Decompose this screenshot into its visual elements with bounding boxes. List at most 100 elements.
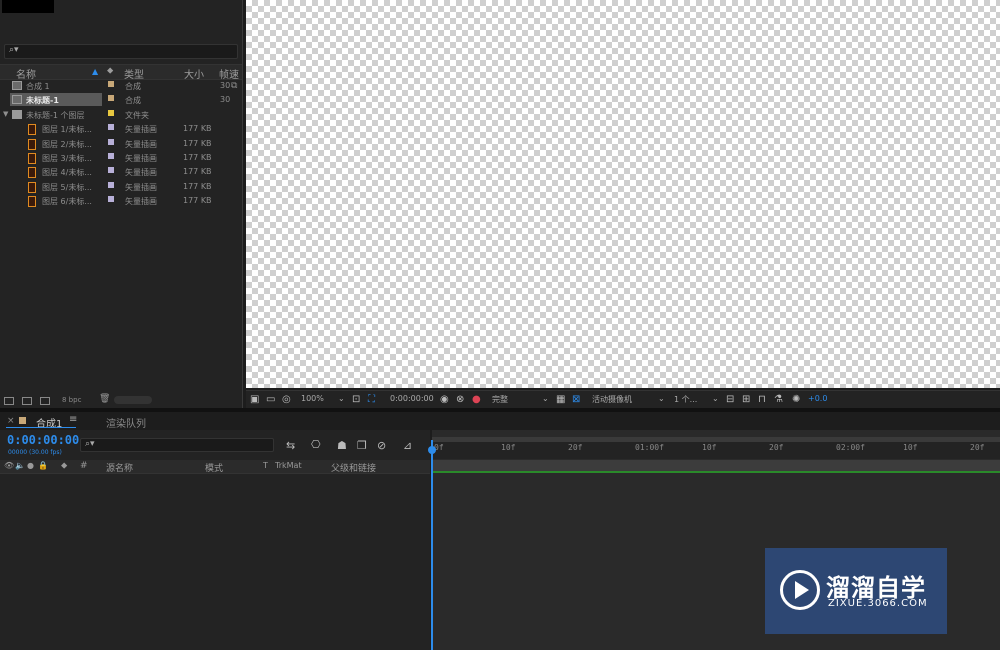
solo-icon[interactable]: ● <box>27 461 34 470</box>
column-trkmat[interactable]: TrkMat <box>275 461 302 470</box>
chevron-down-icon[interactable]: ⌄ <box>658 394 665 403</box>
new-comp-icon[interactable] <box>40 397 50 405</box>
project-search-input[interactable]: ⌕▾ <box>4 44 238 59</box>
exposure-value[interactable]: +0.0 <box>808 394 827 403</box>
search-icon: ⌕▾ <box>85 439 95 449</box>
transparency-grid-icon[interactable]: ▦ <box>556 394 565 405</box>
views-select[interactable]: 1 个... <box>674 394 697 405</box>
viewer-toolbar: ▣ ▭ ◎ 100% ⌄ ⊡ ⛶ 0:00:00:00 ◉ ⊗ ● 完整 ⌄ ▦… <box>246 390 1000 409</box>
project-scrollbar[interactable] <box>114 396 152 404</box>
watermark-subtitle: ZIXUE.3066.COM <box>828 598 928 609</box>
label-color-swatch[interactable] <box>108 109 114 116</box>
column-parent[interactable]: 父级和链接 <box>331 461 376 474</box>
illustrator-file-icon <box>28 181 36 193</box>
playhead-handle[interactable] <box>428 446 436 454</box>
timeline-link-icon[interactable]: ⊓ <box>758 394 766 405</box>
ruler-tick-label: 20f <box>769 443 784 452</box>
project-item[interactable]: 合成 1 合成 30 ⧉ <box>0 79 242 93</box>
project-item[interactable]: 图层 1/未标... 矢量插画 177 KB <box>0 122 242 136</box>
pixel-aspect-icon[interactable]: ⊞ <box>742 394 750 405</box>
project-item[interactable]: 未标题-1 合成 30 <box>0 93 242 107</box>
illustrator-file-icon <box>28 167 36 179</box>
label-color-swatch[interactable] <box>108 124 114 131</box>
panel-divider[interactable] <box>0 408 1000 412</box>
project-item-fps: 30 <box>220 95 231 105</box>
graph-editor-icon[interactable]: ⊿ <box>403 439 412 452</box>
color-channel-icon[interactable]: ● <box>472 394 481 405</box>
composition-viewer[interactable] <box>246 0 1000 388</box>
region-of-interest-icon[interactable]: ⛶ <box>368 394 375 405</box>
column-source-name[interactable]: 源名称 <box>106 461 133 474</box>
ruler-tick-label: 20f <box>568 443 583 452</box>
label-tag-icon[interactable]: ⬥ <box>61 461 67 471</box>
project-item[interactable]: ▼ 未标题-1 个图层 文件夹 <box>0 108 242 122</box>
project-item[interactable]: 图层 4/未标... 矢量插画 177 KB <box>0 165 242 179</box>
grid-icon[interactable]: ⊟ <box>726 394 734 405</box>
new-folder-icon[interactable] <box>22 397 32 405</box>
work-area-bar[interactable] <box>432 460 1000 471</box>
project-item[interactable]: 图层 3/未标... 矢量插画 177 KB <box>0 151 242 165</box>
project-item-type: 合成 <box>125 82 141 91</box>
audio-icon[interactable]: 🔈 <box>15 461 25 470</box>
toggle-mask-icon[interactable]: ⊠ <box>572 394 580 405</box>
zoom-select[interactable]: 100% <box>301 394 324 403</box>
project-item-type: 矢量插画 <box>125 197 157 207</box>
label-color-swatch[interactable] <box>108 181 114 188</box>
shy-layers-icon[interactable]: ☗ <box>337 439 347 452</box>
mask-visibility-icon[interactable]: ◎ <box>282 394 291 405</box>
project-item[interactable]: 图层 6/未标... 矢量插画 177 KB <box>0 194 242 208</box>
label-color-swatch[interactable] <box>108 138 114 145</box>
playhead-line[interactable] <box>431 440 433 650</box>
show-snapshot-icon[interactable]: ⊗ <box>456 394 464 405</box>
label-color-swatch[interactable] <box>108 167 114 174</box>
trash-icon[interactable]: 🗑 <box>99 394 110 404</box>
fit-icon[interactable]: ⊡ <box>352 394 360 405</box>
project-item-name: 未标题-1 个图层 <box>26 110 85 120</box>
search-icon: ⌕▾ <box>9 45 19 55</box>
frame-blending-icon[interactable]: ❐ <box>357 439 367 452</box>
exposure-reset-icon[interactable]: ✺ <box>792 394 800 405</box>
flowchart-icon[interactable]: ⧉ <box>231 81 237 91</box>
flowchart-icon[interactable]: ⚗ <box>774 394 783 405</box>
chevron-down-icon[interactable]: ⌄ <box>542 394 549 403</box>
timeline-current-time[interactable]: 0:00:00:00 <box>7 433 79 447</box>
interpret-footage-icon[interactable] <box>4 397 14 405</box>
project-item-size: 177 KB <box>183 196 212 206</box>
column-preserve-transparency[interactable]: T <box>263 461 268 470</box>
chevron-down-icon[interactable]: ⌄ <box>338 394 345 403</box>
time-navigator[interactable] <box>432 437 1000 442</box>
tab-menu-icon[interactable]: ≡ <box>69 414 77 425</box>
current-time-display[interactable]: 0:00:00:00 <box>390 394 434 403</box>
label-color-swatch[interactable] <box>108 196 114 203</box>
close-tab-icon[interactable]: × <box>7 416 15 426</box>
timeline-column-header: 👁 🔈 ● 🔒 ⬥ # 源名称 模式 T TrkMat 父级和链接 <box>0 460 430 474</box>
visibility-icon[interactable]: 👁 <box>4 461 14 470</box>
camera-snapshot-icon[interactable]: ◉ <box>440 394 449 405</box>
project-thumbnail <box>2 0 54 13</box>
project-item-type: 文件夹 <box>125 110 149 120</box>
project-item-type: 矢量插画 <box>125 125 157 135</box>
project-item[interactable]: 图层 5/未标... 矢量插画 177 KB <box>0 180 242 194</box>
camera-select[interactable]: 活动摄像机 <box>592 394 632 405</box>
timeline-search-input[interactable]: ⌕▾ <box>80 438 274 452</box>
label-color-swatch[interactable] <box>108 95 114 102</box>
always-preview-icon[interactable]: ▣ <box>250 394 259 405</box>
bit-depth-button[interactable]: 8 bpc <box>62 396 81 404</box>
column-number[interactable]: # <box>80 461 88 471</box>
comp-label-color <box>19 417 26 424</box>
column-mode[interactable]: 模式 <box>205 461 223 474</box>
label-tag-icon[interactable]: ⬥ <box>107 66 113 76</box>
label-color-swatch[interactable] <box>108 81 114 87</box>
resolution-select[interactable]: 完整 <box>492 394 508 405</box>
label-color-swatch[interactable] <box>108 153 114 159</box>
comp-mini-flowchart-icon[interactable]: ⇆ <box>286 439 295 452</box>
project-item[interactable]: 图层 2/未标... 矢量插画 177 KB <box>0 137 242 151</box>
draft-3d-icon[interactable]: ⎔ <box>311 438 321 451</box>
motion-blur-icon[interactable]: ⊘ <box>377 439 386 452</box>
tab-render-queue[interactable]: 渲染队列 <box>106 415 146 430</box>
sort-arrow-icon[interactable]: ▲ <box>92 67 98 76</box>
lock-icon[interactable]: 🔒 <box>38 461 48 470</box>
chevron-down-icon[interactable]: ⌄ <box>712 394 719 403</box>
disclosure-triangle-icon[interactable]: ▼ <box>3 110 8 118</box>
monitor-icon[interactable]: ▭ <box>266 394 275 405</box>
